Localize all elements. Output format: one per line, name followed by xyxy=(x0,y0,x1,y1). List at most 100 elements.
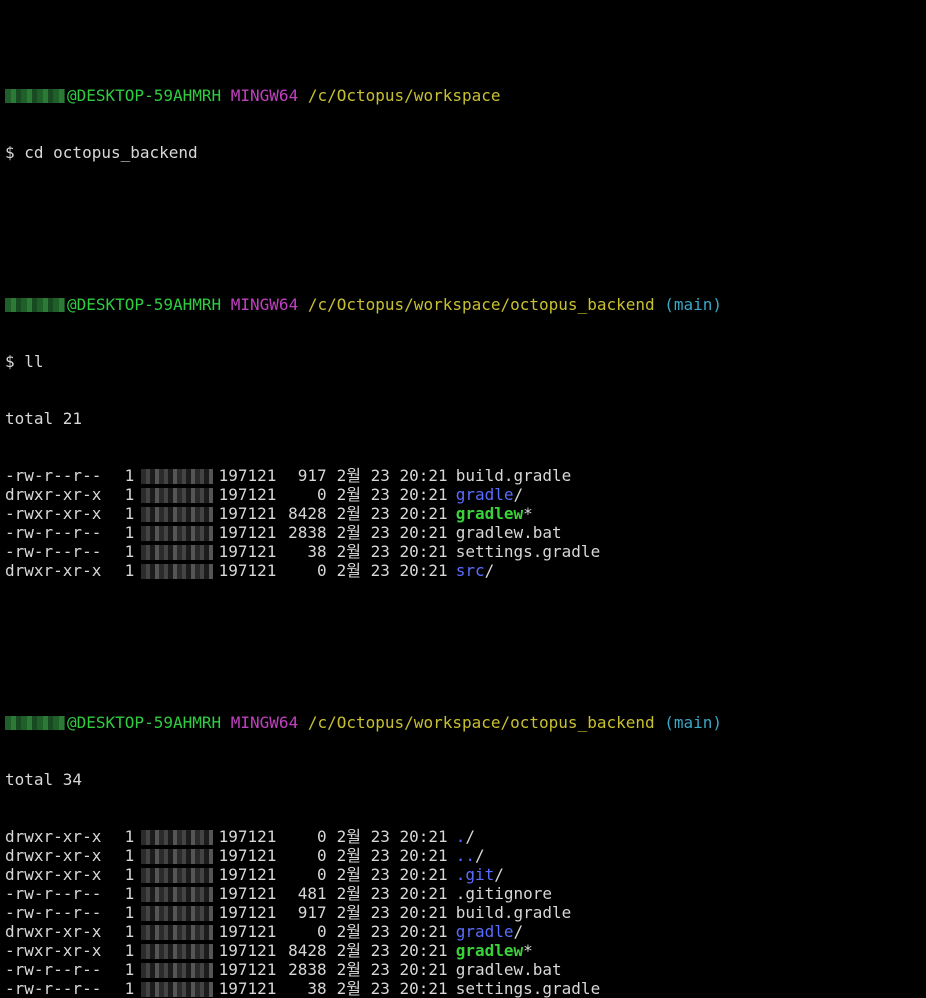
prompt-path: /c/Octopus/workspace/octopus_backend xyxy=(307,295,655,314)
file-row: drwxr-xr-x 1 197121 0 2월 23 20:21 .git/ xyxy=(5,865,926,884)
file-permissions: -rwxr-xr-x xyxy=(5,941,102,960)
file-group: 197121 xyxy=(218,865,277,884)
file-permissions: -rw-r--r-- xyxy=(5,523,102,542)
file-type-suffix: / xyxy=(484,561,495,580)
redacted-owner xyxy=(140,906,213,921)
file-row: drwxr-xr-x 1 197121 0 2월 23 20:21 gradle/ xyxy=(5,485,926,504)
file-date: 2월 23 20:21 xyxy=(336,960,448,979)
file-name: build.gradle xyxy=(455,903,572,922)
file-permissions: -rw-r--r-- xyxy=(5,960,102,979)
prompt-host: @DESKTOP-59AHMRH xyxy=(67,295,222,314)
redacted-username xyxy=(5,298,65,312)
redacted-owner xyxy=(140,545,213,560)
file-link-count: 1 xyxy=(124,542,135,561)
file-date: 2월 23 20:21 xyxy=(336,504,448,523)
file-row: -rw-r--r-- 1 197121 2838 2월 23 20:21 gradlew… xyxy=(5,523,926,542)
listing-total: total 21 xyxy=(5,409,83,428)
redacted-owner xyxy=(140,982,213,997)
file-group: 197121 xyxy=(218,523,277,542)
file-row: -rw-r--r-- 1 197121 917 2월 23 20:21 build.gr… xyxy=(5,466,926,485)
file-name: gradle xyxy=(455,485,514,504)
prompt-shell: MINGW64 xyxy=(230,713,299,732)
file-group: 197121 xyxy=(218,960,277,979)
file-name: gradlew.bat xyxy=(455,523,562,542)
file-group: 197121 xyxy=(218,485,277,504)
file-link-count: 1 xyxy=(124,903,135,922)
file-name-cell: .gitignore xyxy=(456,884,552,903)
file-row: -rw-r--r-- 1 197121 481 2월 23 20:21 .gitigno… xyxy=(5,884,926,903)
file-size: 38 xyxy=(307,979,327,998)
file-date: 2월 23 20:21 xyxy=(336,903,448,922)
file-name: . xyxy=(455,827,466,846)
file-listing: drwxr-xr-x 1 197121 0 2월 23 20:21 ./drwxr-xr… xyxy=(5,827,926,998)
file-link-count: 1 xyxy=(124,485,135,504)
file-name-cell: gradle/ xyxy=(456,485,523,504)
file-size: 481 xyxy=(297,884,327,903)
file-row: -rw-r--r-- 1 197121 917 2월 23 20:21 build.gr… xyxy=(5,903,926,922)
file-row: -rwxr-xr-x 1 197121 8428 2월 23 20:21 gradlew… xyxy=(5,941,926,960)
file-date: 2월 23 20:21 xyxy=(336,523,448,542)
file-type-suffix: * xyxy=(523,504,533,523)
file-date: 2월 23 20:21 xyxy=(336,884,448,903)
file-link-count: 1 xyxy=(124,979,135,998)
file-name-cell: ./ xyxy=(456,827,475,846)
listing-total: total 34 xyxy=(5,770,83,789)
file-name-cell: gradlew* xyxy=(456,941,533,960)
terminal-window[interactable]: @DESKTOP-59AHMRH MINGW64 /c/Octopus/work… xyxy=(0,0,926,998)
command-line: $ cd octopus_backend xyxy=(5,143,198,162)
file-group: 197121 xyxy=(218,979,277,998)
file-group: 197121 xyxy=(218,903,277,922)
file-link-count: 1 xyxy=(124,865,135,884)
redacted-owner xyxy=(140,887,213,902)
file-name-cell: ../ xyxy=(456,846,485,865)
file-listing: -rw-r--r-- 1 197121 917 2월 23 20:21 build.gr… xyxy=(5,466,926,580)
file-size: 0 xyxy=(317,846,327,865)
file-date: 2월 23 20:21 xyxy=(336,485,448,504)
file-date: 2월 23 20:21 xyxy=(336,466,448,485)
redacted-owner xyxy=(140,488,213,503)
file-permissions: -rw-r--r-- xyxy=(5,542,102,561)
file-row: drwxr-xr-x 1 197121 0 2월 23 20:21 src/ xyxy=(5,561,926,580)
file-size: 0 xyxy=(317,827,327,846)
redacted-owner xyxy=(140,925,213,940)
file-group: 197121 xyxy=(218,504,277,523)
file-permissions: -rwxr-xr-x xyxy=(5,504,102,523)
file-group: 197121 xyxy=(218,941,277,960)
file-date: 2월 23 20:21 xyxy=(336,827,448,846)
file-name: gradlew.bat xyxy=(455,960,562,979)
prompt-line: @DESKTOP-59AHMRH MINGW64 /c/Octopus/work… xyxy=(5,713,926,732)
file-row: -rw-r--r-- 1 197121 2838 2월 23 20:21 gradlew… xyxy=(5,960,926,979)
file-link-count: 1 xyxy=(124,884,135,903)
file-name-cell: gradlew.bat xyxy=(456,960,562,979)
file-size: 917 xyxy=(297,903,327,922)
redacted-owner xyxy=(140,944,213,959)
file-name: gradle xyxy=(455,922,514,941)
redacted-owner xyxy=(140,526,213,541)
prompt-path: /c/Octopus/workspace xyxy=(307,86,501,105)
prompt-host: @DESKTOP-59AHMRH xyxy=(67,86,222,105)
redacted-owner xyxy=(140,507,213,522)
file-group: 197121 xyxy=(218,884,277,903)
file-permissions: drwxr-xr-x xyxy=(5,827,102,846)
file-size: 917 xyxy=(297,466,327,485)
file-size: 0 xyxy=(317,561,327,580)
file-name-cell: src/ xyxy=(456,561,495,580)
file-type-suffix: / xyxy=(494,865,504,884)
file-name: gradlew xyxy=(455,941,524,960)
file-link-count: 1 xyxy=(124,846,135,865)
file-group: 197121 xyxy=(218,561,277,580)
file-name-cell: settings.gradle xyxy=(456,542,601,561)
redacted-username xyxy=(5,716,65,730)
file-link-count: 1 xyxy=(124,827,135,846)
prompt-host: @DESKTOP-59AHMRH xyxy=(67,713,222,732)
prompt-line: @DESKTOP-59AHMRH MINGW64 /c/Octopus/work… xyxy=(5,86,926,105)
file-name-cell: gradle/ xyxy=(456,922,523,941)
file-date: 2월 23 20:21 xyxy=(336,542,448,561)
prompt-branch: (main) xyxy=(664,295,723,314)
prompt-line: @DESKTOP-59AHMRH MINGW64 /c/Octopus/work… xyxy=(5,295,926,314)
file-name: gradlew xyxy=(455,504,524,523)
file-name: .. xyxy=(455,846,475,865)
file-size: 8428 xyxy=(288,941,327,960)
file-name: .git xyxy=(455,865,495,884)
file-permissions: -rw-r--r-- xyxy=(5,884,102,903)
